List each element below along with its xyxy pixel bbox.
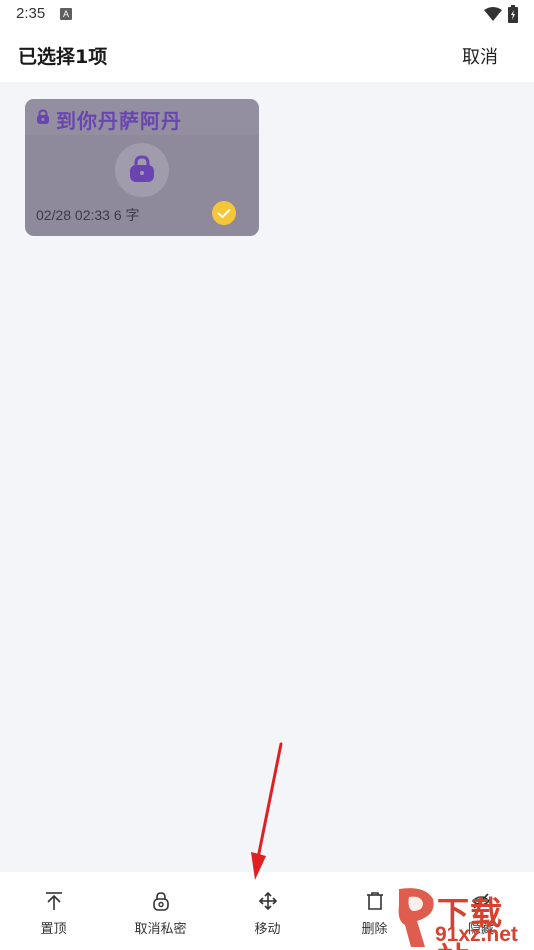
move-button[interactable]: 移动 bbox=[214, 872, 321, 950]
unprivate-button[interactable]: 取消私密 bbox=[107, 872, 214, 950]
notes-list: 到你丹萨阿丹 02/28 02:33 6 字 bbox=[0, 82, 534, 872]
status-time: 2:35 bbox=[16, 5, 46, 22]
notification-a-icon: A bbox=[60, 8, 72, 20]
note-card[interactable]: 到你丹萨阿丹 02/28 02:33 6 字 bbox=[25, 99, 259, 236]
selection-header: 已选择1项 取消 bbox=[0, 28, 534, 82]
lock-icon bbox=[37, 109, 49, 124]
page-title: 已选择1项 bbox=[18, 46, 108, 68]
selected-check-icon[interactable] bbox=[212, 201, 236, 225]
hide-icon bbox=[471, 893, 491, 909]
delete-icon bbox=[366, 892, 383, 910]
note-title-row: 到你丹萨阿丹 bbox=[25, 99, 259, 135]
hide-button[interactable]: 隐藏 bbox=[428, 872, 534, 950]
bottom-action-bar: 置顶 取消私密 移动 删除 隐藏 bbox=[0, 872, 534, 950]
pin-top-label: 置顶 bbox=[40, 922, 67, 937]
note-meta: 02/28 02:33 6 字 bbox=[36, 207, 140, 223]
delete-label: 删除 bbox=[361, 922, 388, 937]
unprivate-label: 取消私密 bbox=[134, 922, 187, 937]
pin-top-icon bbox=[45, 892, 62, 910]
move-label: 移动 bbox=[254, 922, 281, 937]
lock-icon bbox=[130, 155, 154, 182]
hide-label: 隐藏 bbox=[467, 922, 494, 937]
pin-top-button[interactable]: 置顶 bbox=[0, 872, 107, 950]
checkmark-icon bbox=[217, 209, 231, 218]
private-lock-badge bbox=[115, 143, 169, 197]
wifi-icon bbox=[484, 7, 502, 21]
battery-icon bbox=[508, 5, 518, 23]
note-title: 到你丹萨阿丹 bbox=[56, 109, 182, 133]
status-bar: 2:35 A bbox=[0, 0, 534, 28]
cancel-button[interactable]: 取消 bbox=[462, 43, 498, 69]
unlock-icon bbox=[152, 892, 169, 911]
delete-button[interactable]: 删除 bbox=[321, 872, 428, 950]
move-icon bbox=[258, 891, 277, 911]
